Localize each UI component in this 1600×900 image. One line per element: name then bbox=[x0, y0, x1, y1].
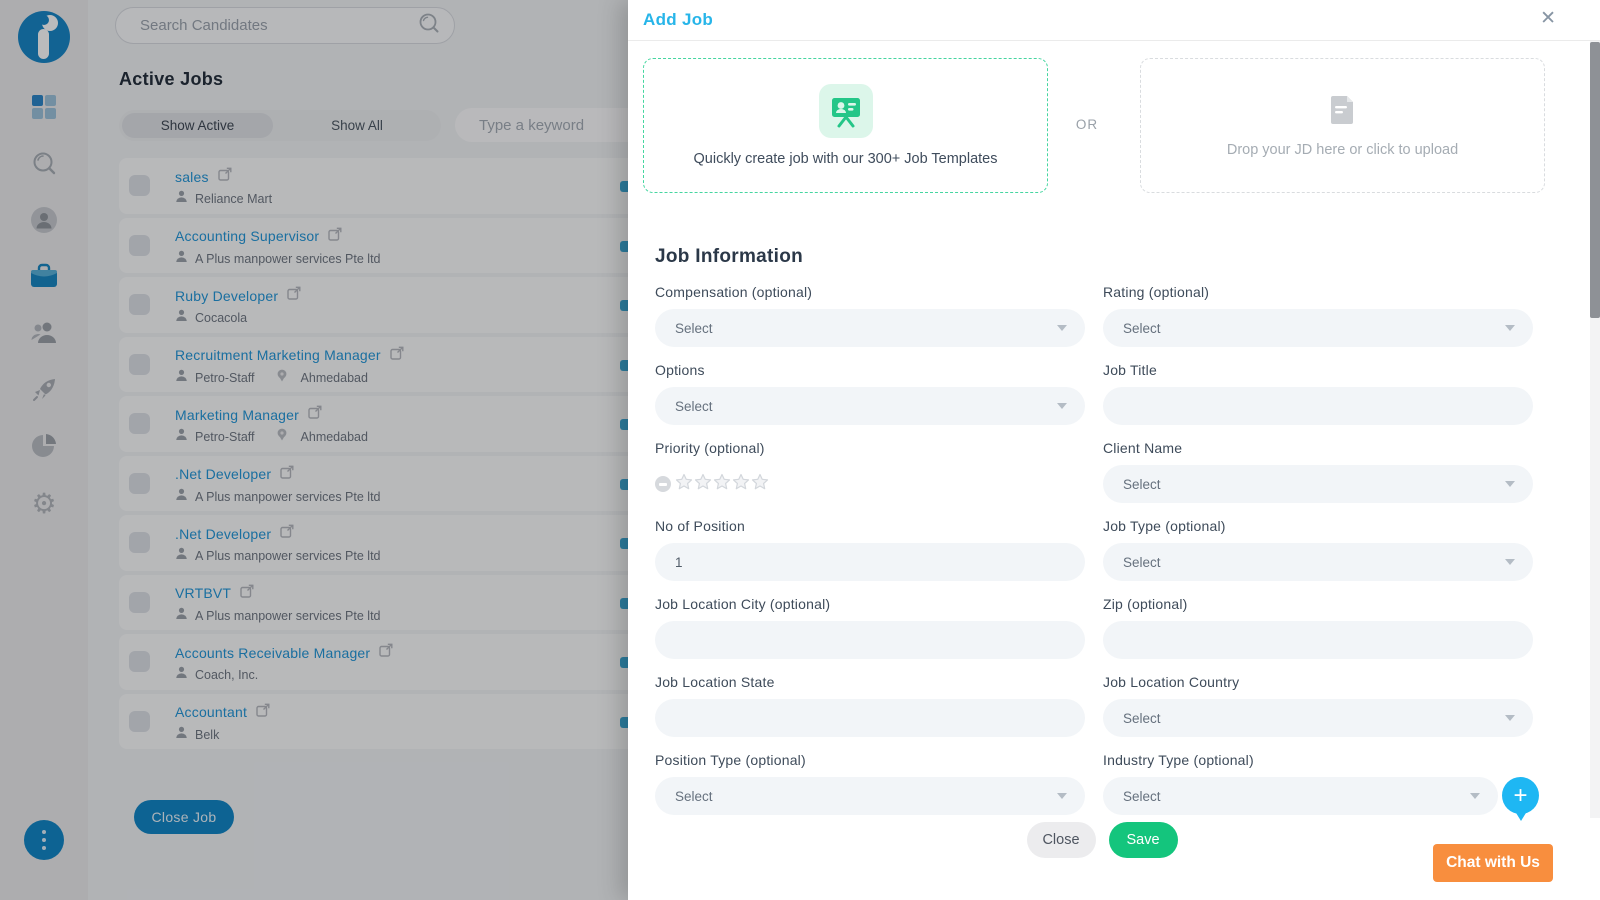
job-templates-box[interactable]: Quickly create job with our 300+ Job Tem… bbox=[643, 58, 1048, 193]
field-label: Position Type (optional) bbox=[655, 752, 806, 768]
select-value: Select bbox=[675, 320, 713, 336]
plus-icon: + bbox=[1513, 781, 1528, 809]
app-window: ⚙ Active Jobs Show Active Show All bbox=[0, 0, 1600, 900]
field-label: Job Location State bbox=[655, 674, 775, 690]
field-rating: Rating (optional) Select bbox=[1103, 284, 1533, 347]
select-value: Select bbox=[1123, 710, 1161, 726]
chevron-down-icon bbox=[1505, 325, 1515, 331]
options-select[interactable]: Select bbox=[655, 387, 1085, 425]
chat-with-us-button[interactable]: Chat with Us bbox=[1433, 844, 1553, 882]
close-icon[interactable]: ✕ bbox=[1540, 9, 1556, 28]
select-value: Select bbox=[1123, 320, 1161, 336]
job-title-input[interactable] bbox=[1103, 387, 1533, 425]
field-priority: Priority (optional) bbox=[655, 440, 1085, 503]
job-type-select[interactable]: Select bbox=[1103, 543, 1533, 581]
field-job-title: Job Title bbox=[1103, 362, 1533, 425]
chevron-down-icon bbox=[1505, 481, 1515, 487]
field-label: Priority (optional) bbox=[655, 440, 765, 456]
document-icon bbox=[1330, 94, 1356, 129]
field-label: Rating (optional) bbox=[1103, 284, 1210, 300]
field-position-type: Position Type (optional) Select bbox=[655, 752, 1085, 815]
close-button[interactable]: Close bbox=[1026, 822, 1096, 858]
field-no-of-position: No of Position bbox=[655, 518, 1085, 581]
field-compensation: Compensation (optional) Select bbox=[655, 284, 1085, 347]
field-label: Options bbox=[655, 362, 705, 378]
field-label: Zip (optional) bbox=[1103, 596, 1188, 612]
field-job-location-country: Job Location Country Select bbox=[1103, 674, 1533, 737]
jd-upload-dropzone[interactable]: Drop your JD here or click to upload bbox=[1140, 58, 1545, 193]
field-label: Industry Type (optional) bbox=[1103, 752, 1254, 768]
client-name-select[interactable]: Select bbox=[1103, 465, 1533, 503]
modal-title: Add Job bbox=[643, 10, 714, 29]
job-location-country-select[interactable]: Select bbox=[1103, 699, 1533, 737]
rating-select[interactable]: Select bbox=[1103, 309, 1533, 347]
select-value: Select bbox=[675, 788, 713, 804]
chevron-down-icon bbox=[1057, 403, 1067, 409]
field-client-name: Client Name Select bbox=[1103, 440, 1533, 503]
star-icon[interactable] bbox=[694, 473, 712, 495]
field-label: Client Name bbox=[1103, 440, 1183, 456]
field-job-location-city: Job Location City (optional) bbox=[655, 596, 1085, 659]
chevron-down-icon bbox=[1057, 793, 1067, 799]
field-industry-type: Industry Type (optional) Select bbox=[1103, 752, 1533, 815]
modal-header: Add Job ✕ bbox=[628, 0, 1600, 41]
field-label: Job Location Country bbox=[1103, 674, 1240, 690]
star-icon[interactable] bbox=[751, 473, 769, 495]
field-label: Job Type (optional) bbox=[1103, 518, 1226, 534]
industry-type-select[interactable]: Select bbox=[1103, 777, 1498, 815]
field-label: Compensation (optional) bbox=[655, 284, 813, 300]
chevron-down-icon bbox=[1505, 559, 1515, 565]
job-location-city-input[interactable] bbox=[655, 621, 1085, 659]
select-value: Select bbox=[1123, 788, 1161, 804]
field-label: Job Location City (optional) bbox=[655, 596, 831, 612]
jd-upload-text: Drop your JD here or click to upload bbox=[1226, 141, 1459, 158]
priority-rating[interactable] bbox=[655, 465, 1085, 503]
field-job-type: Job Type (optional) Select bbox=[1103, 518, 1533, 581]
add-job-modal: Add Job ✕ Quickly create job with our 30… bbox=[628, 0, 1600, 900]
or-divider: OR bbox=[1075, 117, 1099, 132]
modal-scrollbar-track[interactable] bbox=[1590, 41, 1600, 818]
save-button[interactable]: Save bbox=[1108, 822, 1178, 858]
chevron-down-icon bbox=[1505, 715, 1515, 721]
star-icon[interactable] bbox=[675, 473, 693, 495]
field-zip: Zip (optional) bbox=[1103, 596, 1533, 659]
modal-scrollbar-thumb[interactable] bbox=[1590, 42, 1600, 318]
position-type-select[interactable]: Select bbox=[655, 777, 1085, 815]
select-value: Select bbox=[1123, 476, 1161, 492]
select-value: Select bbox=[1123, 554, 1161, 570]
job-template-icon bbox=[818, 84, 873, 138]
field-label: Job Title bbox=[1103, 362, 1157, 378]
star-icon[interactable] bbox=[713, 473, 731, 495]
field-options: Options Select bbox=[655, 362, 1085, 425]
compensation-select[interactable]: Select bbox=[655, 309, 1085, 347]
field-label: No of Position bbox=[655, 518, 745, 534]
section-title: Job Information bbox=[655, 246, 804, 267]
chevron-down-icon bbox=[1470, 793, 1480, 799]
field-job-location-state: Job Location State bbox=[655, 674, 1085, 737]
job-templates-text: Quickly create job with our 300+ Job Tem… bbox=[693, 151, 998, 167]
add-floating-button[interactable]: + bbox=[1502, 777, 1539, 829]
star-icon[interactable] bbox=[732, 473, 750, 495]
job-location-state-input[interactable] bbox=[655, 699, 1085, 737]
no-of-position-input[interactable] bbox=[655, 543, 1085, 581]
no-priority-icon[interactable] bbox=[655, 476, 671, 492]
select-value: Select bbox=[675, 398, 713, 414]
zip-input[interactable] bbox=[1103, 621, 1533, 659]
chevron-down-icon bbox=[1057, 325, 1067, 331]
